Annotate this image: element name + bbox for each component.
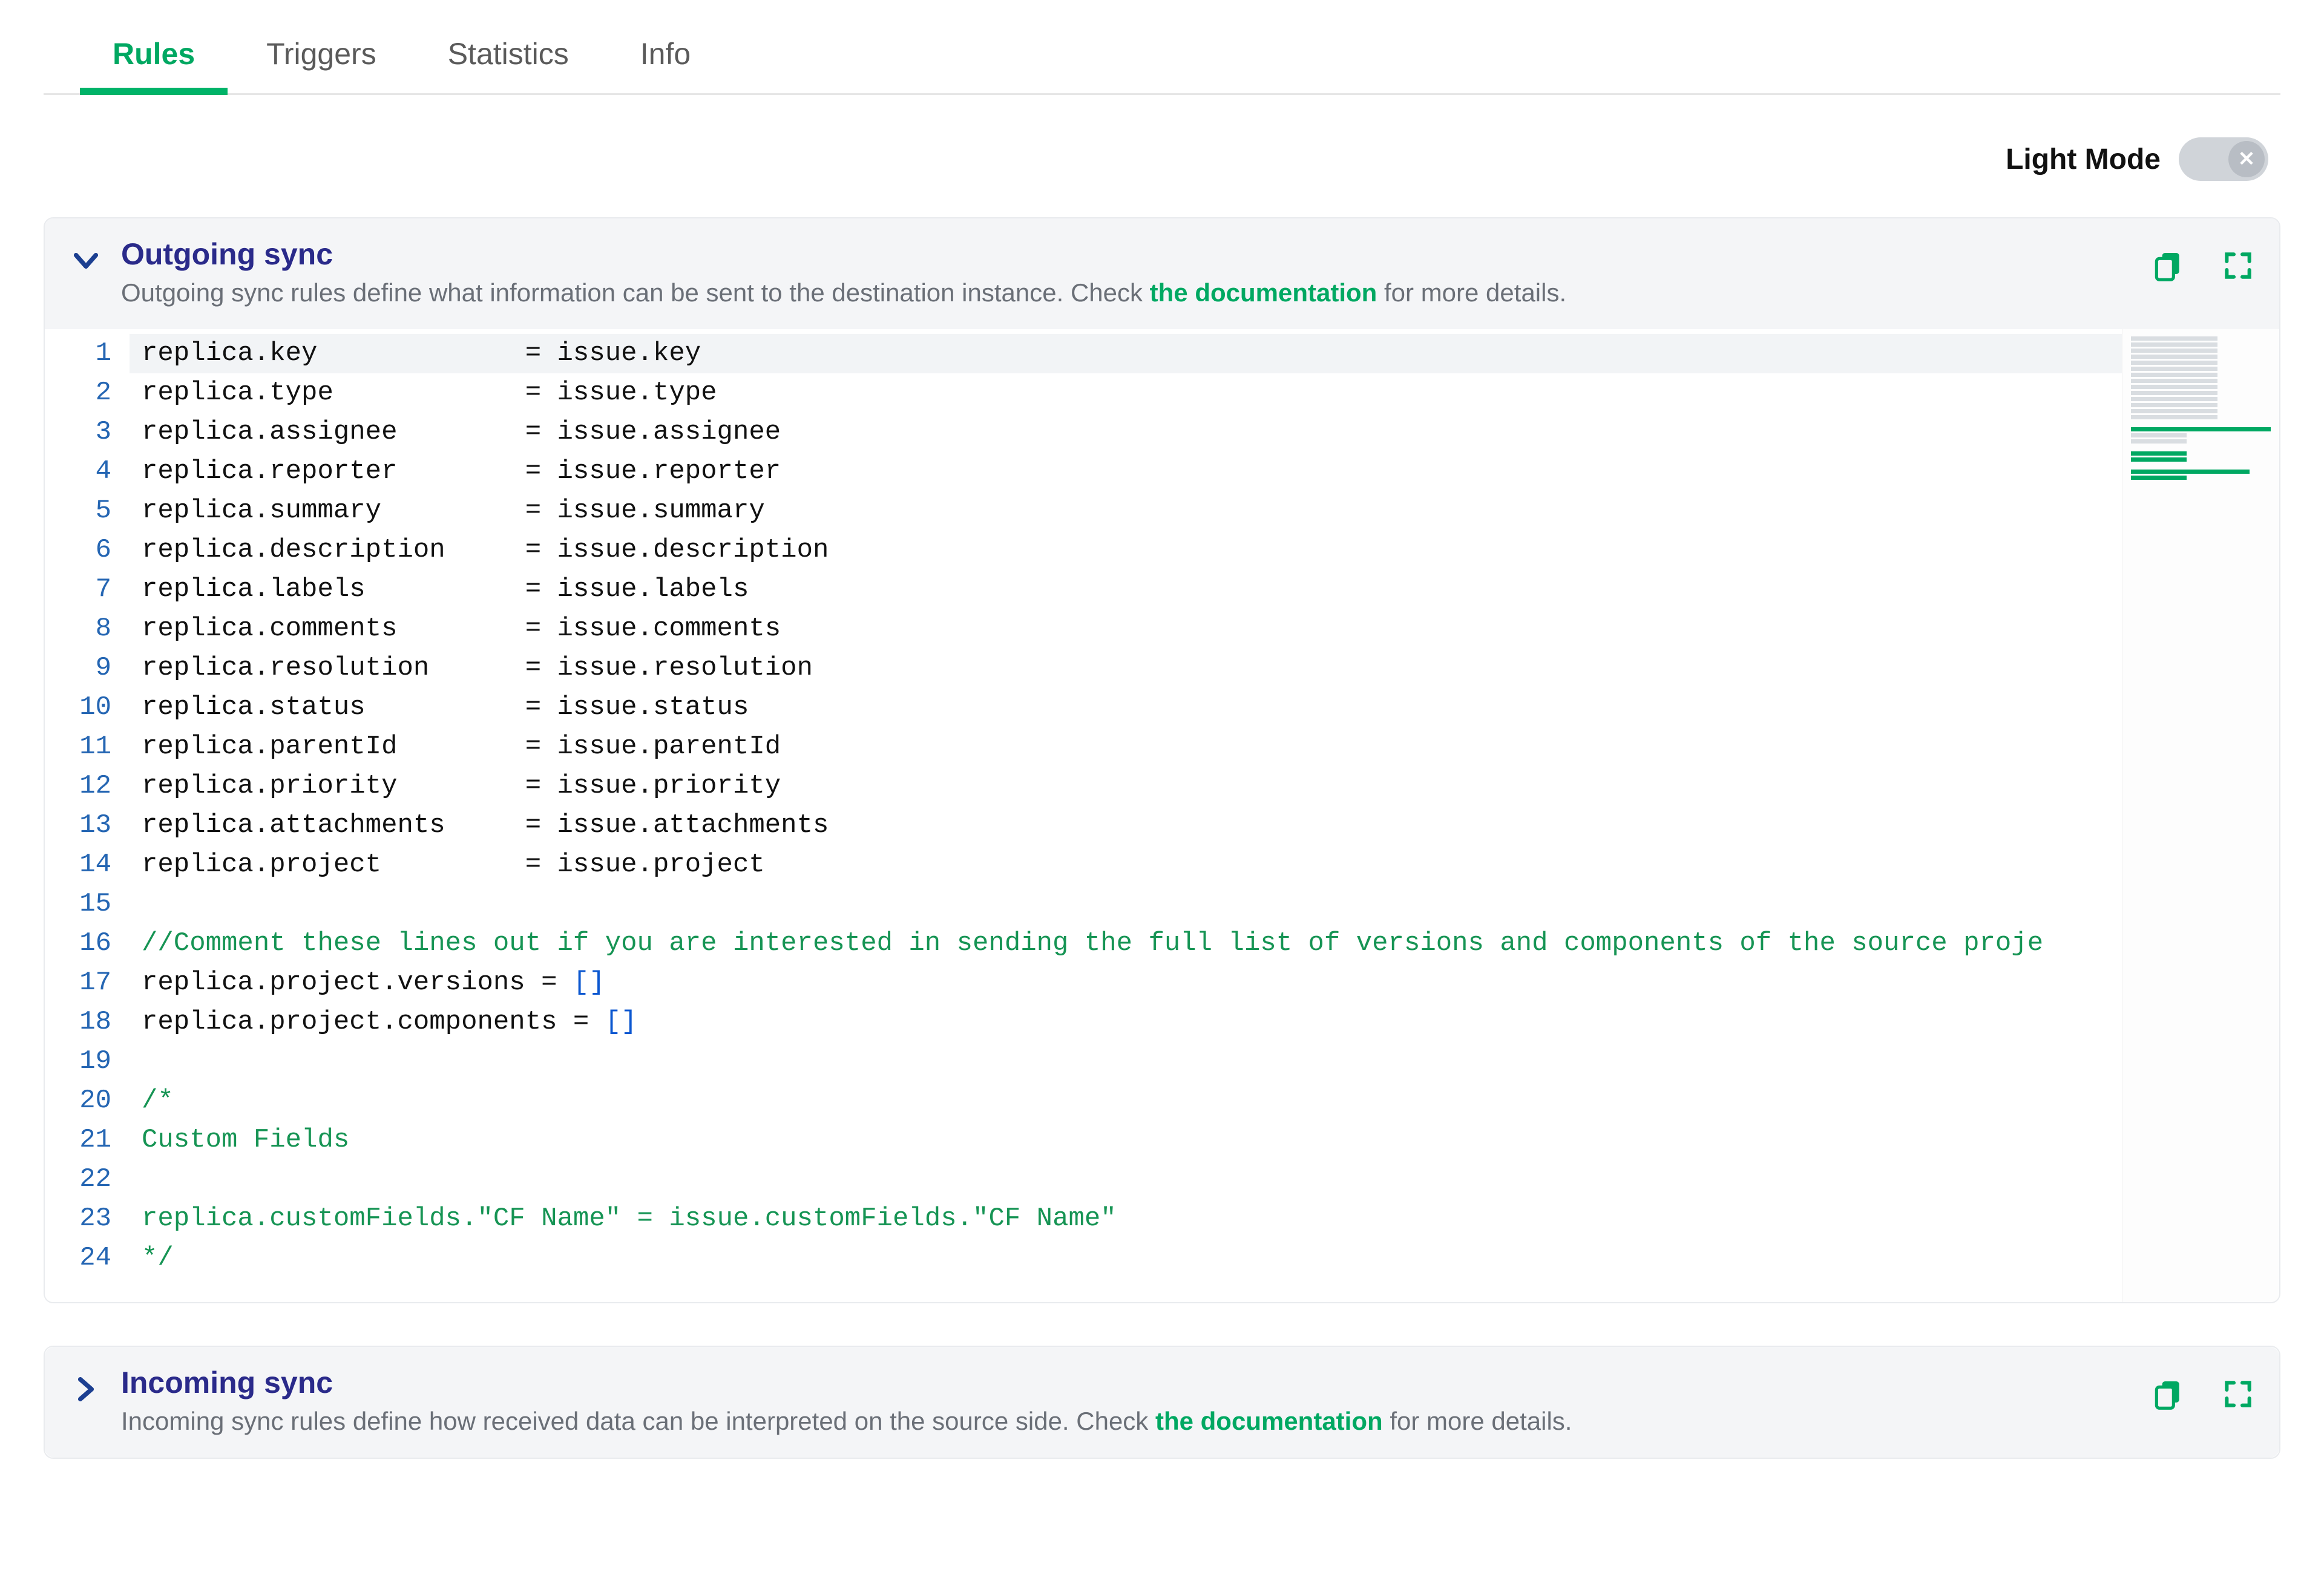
tabs-bar: Rules Triggers Statistics Info	[44, 0, 2280, 95]
code-editor[interactable]: 123456789101112131415161718192021222324 …	[45, 329, 2279, 1302]
outgoing-doc-link[interactable]: the documentation	[1150, 278, 1377, 307]
copy-icon[interactable]	[2151, 249, 2185, 283]
tab-rules[interactable]: Rules	[110, 24, 197, 93]
fullscreen-icon[interactable]	[2221, 1377, 2255, 1411]
tab-statistics[interactable]: Statistics	[445, 24, 571, 93]
incoming-doc-link[interactable]: the documentation	[1155, 1407, 1383, 1435]
code-area[interactable]: replica.key = issue.keyreplica.type = is…	[130, 329, 2122, 1302]
light-mode-label: Light Mode	[2006, 143, 2161, 176]
outgoing-sync-header: Outgoing sync Outgoing sync rules define…	[45, 218, 2279, 329]
mode-toggle-row: Light Mode ✕	[44, 95, 2280, 217]
minimap[interactable]	[2122, 329, 2279, 1302]
incoming-sync-title: Incoming sync	[121, 1365, 2133, 1400]
outgoing-desc-after: for more details.	[1377, 278, 1566, 307]
outgoing-sync-panel: Outgoing sync Outgoing sync rules define…	[44, 217, 2280, 1303]
incoming-sync-header: Incoming sync Incoming sync rules define…	[45, 1347, 2279, 1458]
incoming-desc-before: Incoming sync rules define how received …	[121, 1407, 1155, 1435]
chevron-right-icon[interactable]	[69, 1372, 103, 1406]
incoming-desc-after: for more details.	[1383, 1407, 1572, 1435]
tab-triggers[interactable]: Triggers	[264, 24, 379, 93]
outgoing-sync-description: Outgoing sync rules define what informat…	[121, 275, 2133, 311]
copy-icon[interactable]	[2151, 1377, 2185, 1411]
tab-info[interactable]: Info	[638, 24, 693, 93]
chevron-down-icon[interactable]	[69, 244, 103, 278]
outgoing-sync-title: Outgoing sync	[121, 237, 2133, 272]
incoming-sync-description: Incoming sync rules define how received …	[121, 1404, 2133, 1439]
outgoing-desc-before: Outgoing sync rules define what informat…	[121, 278, 1150, 307]
close-icon: ✕	[2228, 141, 2265, 177]
incoming-sync-panel: Incoming sync Incoming sync rules define…	[44, 1346, 2280, 1459]
fullscreen-icon[interactable]	[2221, 249, 2255, 283]
line-gutter: 123456789101112131415161718192021222324	[45, 329, 130, 1302]
light-mode-toggle[interactable]: ✕	[2179, 137, 2268, 181]
